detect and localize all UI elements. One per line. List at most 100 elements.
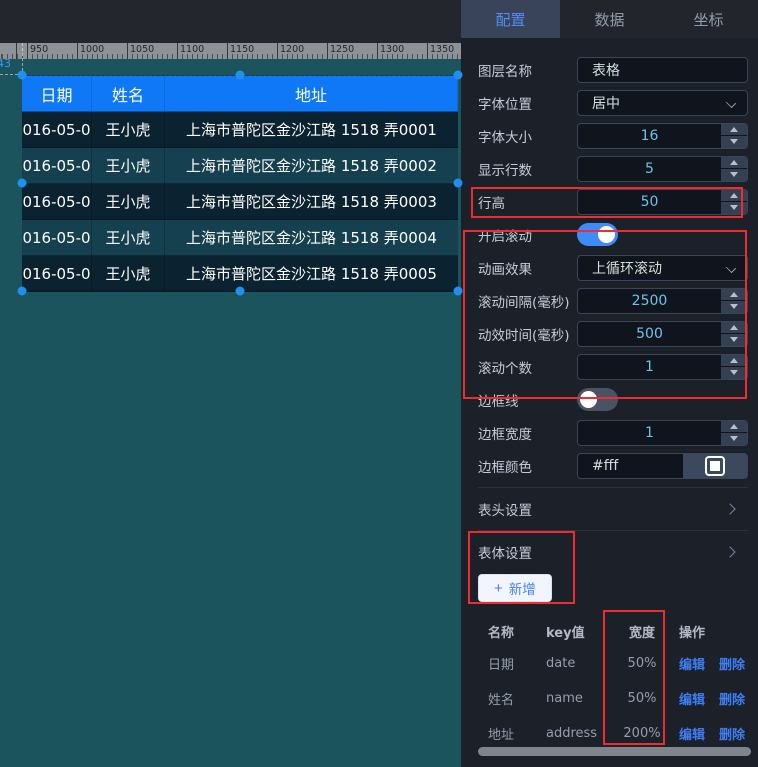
stepper-up-button[interactable] [721, 421, 747, 433]
stepper-up-button[interactable] [721, 157, 747, 169]
column-width: 50% [617, 691, 667, 706]
stepper-up-button[interactable] [721, 124, 747, 136]
chevron-up-icon [730, 424, 738, 429]
chevron-down-icon [730, 205, 738, 210]
resize-handle-mid-left[interactable] [18, 179, 27, 188]
stepper-down-button[interactable] [721, 367, 747, 379]
scroll-enabled-label: 开启滚动 [478, 225, 577, 245]
stepper-buttons [721, 289, 747, 313]
table-widget-header-cell: 日期 [22, 76, 92, 111]
table-widget-header-row: 日期 姓名 地址 [22, 76, 458, 112]
row-height-stepper[interactable]: 50 [577, 189, 748, 215]
stepper-down-button[interactable] [721, 169, 747, 181]
scroll-interval-label: 滚动间隔(毫秒) [478, 291, 577, 311]
animation-duration-stepper[interactable]: 500 [577, 321, 748, 347]
chevron-up-icon [730, 193, 738, 198]
scroll-enabled-toggle[interactable] [577, 223, 618, 246]
tab-config[interactable]: 配置 [461, 0, 560, 38]
app-window: 950 1000 1050 1100 1150 1200 1250 1300 1… [0, 0, 758, 767]
chevron-down-icon [730, 172, 738, 177]
edit-link[interactable]: 编辑 [679, 689, 705, 708]
chevron-right-icon [724, 503, 735, 514]
animation-select[interactable]: 上循环滚动 [577, 255, 748, 281]
add-column-button[interactable]: + 新增 [478, 574, 552, 602]
field-row-scroll-enabled: 开启滚动 [478, 218, 748, 251]
table-row: 2016-05-02 王小虎 上海市普陀区金沙江路 1518 弄0004 [22, 220, 458, 256]
table-widget[interactable]: 日期 姓名 地址 2016-05-02 王小虎 上海市普陀区金沙江路 1518 … [22, 76, 458, 292]
font-position-label: 字体位置 [478, 93, 577, 113]
design-canvas[interactable]: 950 1000 1050 1100 1150 1200 1250 1300 1… [0, 0, 461, 767]
display-rows-stepper[interactable]: 5 [577, 156, 748, 182]
field-row-row-height: 行高 50 [478, 185, 748, 218]
table-cell: 王小虎 [92, 148, 165, 183]
ruler-tick-label: 1250 [330, 44, 354, 55]
resize-handle-top-left[interactable] [18, 71, 27, 80]
resize-handle-bottom-right[interactable] [454, 287, 463, 296]
layer-name-label: 图层名称 [478, 60, 577, 80]
resize-handle-mid-right[interactable] [454, 179, 463, 188]
column-width: 200% [617, 726, 667, 741]
border-width-stepper[interactable]: 1 [577, 420, 748, 446]
border-line-toggle[interactable] [577, 388, 618, 411]
tab-data[interactable]: 数据 [560, 0, 659, 38]
delete-link[interactable]: 删除 [719, 654, 745, 673]
delete-link[interactable]: 删除 [719, 724, 745, 743]
resize-handle-bottom-mid[interactable] [236, 287, 245, 296]
tab-coordinates[interactable]: 坐标 [659, 0, 758, 38]
ruler-tick-label: 1050 [130, 44, 154, 55]
layer-name-input[interactable]: 表格 [577, 57, 748, 83]
color-picker-button[interactable] [683, 454, 747, 478]
row-height-label: 行高 [478, 192, 577, 212]
delete-link[interactable]: 删除 [719, 689, 745, 708]
stepper-buttons [721, 355, 747, 379]
stepper-buttons [721, 190, 747, 214]
animation-duration-label: 动效时间(毫秒) [478, 324, 577, 344]
toggle-knob [598, 226, 615, 243]
column-key: address [546, 726, 617, 741]
table-cell: 上海市普陀区金沙江路 1518 弄0003 [165, 184, 458, 219]
scroll-count-stepper[interactable]: 1 [577, 354, 748, 380]
stepper-down-button[interactable] [721, 136, 747, 148]
ruler-tick-label: 1000 [80, 44, 104, 55]
stepper-down-button[interactable] [721, 202, 747, 214]
scroll-interval-stepper[interactable]: 2500 [577, 288, 748, 314]
stepper-up-button[interactable] [721, 289, 747, 301]
table-cell: 2016-05-02 [22, 112, 92, 147]
section-divider [478, 487, 748, 488]
edit-link[interactable]: 编辑 [679, 724, 705, 743]
columns-table: 名称 key值 宽度 操作 日期 date 50% 编辑 删除 姓名 nam [478, 616, 748, 751]
stepper-down-button[interactable] [721, 301, 747, 313]
resize-handle-top-right[interactable] [454, 71, 463, 80]
border-color-input[interactable]: #fff [577, 453, 748, 479]
stepper-down-button[interactable] [721, 334, 747, 346]
ruler-tick-label: 1200 [280, 44, 304, 55]
ruler-tick-label: 1100 [180, 44, 204, 55]
table-cell: 上海市普陀区金沙江路 1518 弄0004 [165, 220, 458, 255]
column-key: name [546, 691, 617, 706]
horizontal-ruler: 950 1000 1050 1100 1150 1200 1250 1300 1… [0, 43, 461, 59]
horizontal-scrollbar[interactable] [478, 747, 751, 756]
stepper-buttons [721, 157, 747, 181]
ruler-tick-label: 1150 [230, 44, 254, 55]
column-width: 50% [617, 656, 667, 671]
field-row-display-rows: 显示行数 5 [478, 152, 748, 185]
table-cell: 王小虎 [92, 256, 165, 291]
canvas-top-strip [0, 0, 461, 43]
stepper-up-button[interactable] [721, 190, 747, 202]
table-row: 2016-05-02 王小虎 上海市普陀区金沙江路 1518 弄0003 [22, 184, 458, 220]
scroll-count-label: 滚动个数 [478, 357, 577, 377]
body-settings-section[interactable]: 表体设置 [478, 536, 748, 568]
table-cell: 2016-05-02 [22, 220, 92, 255]
font-size-label: 字体大小 [478, 126, 577, 146]
stepper-down-button[interactable] [721, 433, 747, 445]
column-name: 姓名 [488, 689, 546, 708]
resize-handle-top-mid[interactable] [236, 71, 245, 80]
resize-handle-bottom-left[interactable] [18, 287, 27, 296]
stepper-up-button[interactable] [721, 322, 747, 334]
field-row-border-width: 边框宽度 1 [478, 416, 748, 449]
header-settings-section[interactable]: 表头设置 [478, 493, 748, 525]
edit-link[interactable]: 编辑 [679, 654, 705, 673]
stepper-up-button[interactable] [721, 355, 747, 367]
font-position-select[interactable]: 居中 [577, 90, 748, 116]
font-size-stepper[interactable]: 16 [577, 123, 748, 149]
